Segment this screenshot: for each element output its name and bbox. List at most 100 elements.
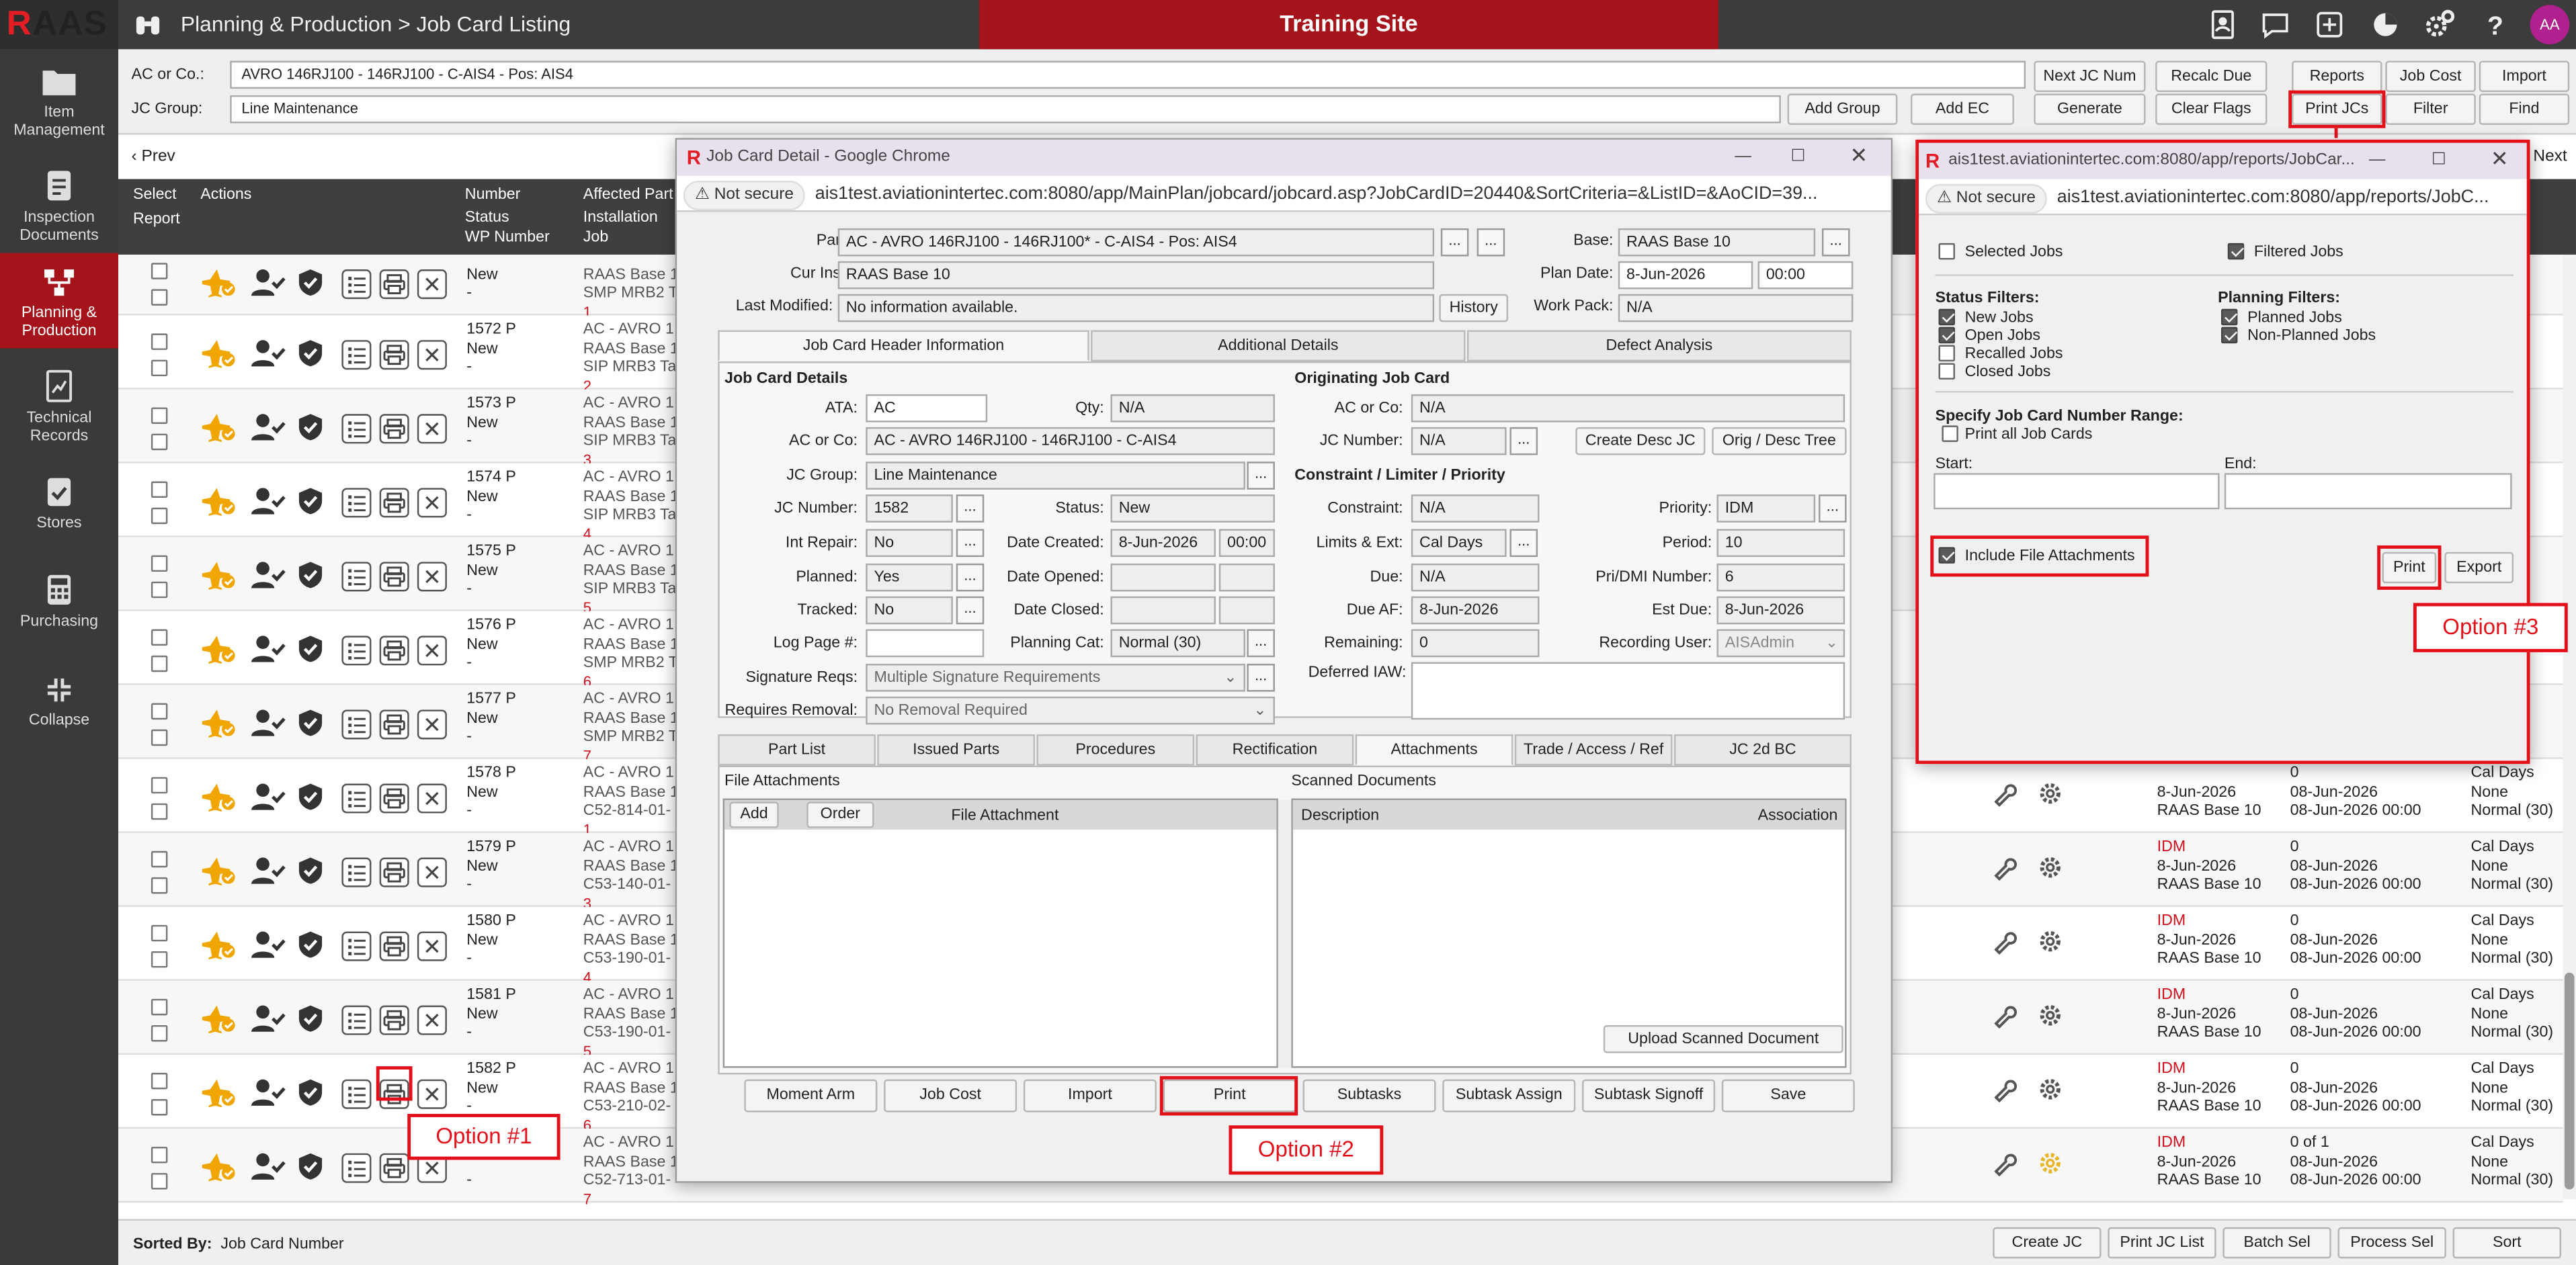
print-icon[interactable] [379, 857, 409, 887]
report-checkbox[interactable] [151, 1099, 168, 1116]
job-card-number[interactable]: 1579 P [466, 838, 516, 857]
print-icon[interactable] [379, 1005, 409, 1035]
print-icon[interactable] [379, 709, 409, 740]
planned-field[interactable]: Yes [866, 563, 953, 592]
airplane-check-icon[interactable] [202, 1004, 239, 1034]
add-box-icon[interactable] [2311, 7, 2348, 43]
tab-defect-analysis[interactable]: Defect Analysis [1466, 330, 1852, 362]
recalc-due-button[interactable]: Recalc Due [2155, 60, 2268, 92]
tab-rectification[interactable]: Rectification [1196, 734, 1354, 766]
est-due-field[interactable]: 8-Jun-2026 [1716, 596, 1845, 625]
delete-icon[interactable] [417, 636, 447, 666]
shield-check-icon[interactable] [297, 930, 323, 959]
start-input[interactable] [1934, 473, 2220, 510]
tab-trade-access-ref[interactable]: Trade / Access / Ref [1514, 734, 1673, 766]
wrench-icon[interactable] [1991, 781, 2018, 807]
user-check-icon[interactable] [250, 708, 286, 738]
sidebar-item-planning-production[interactable]: Planning & Production [0, 253, 119, 349]
due-af-field[interactable]: 8-Jun-2026 [1411, 596, 1540, 625]
report-checkbox[interactable] [151, 1024, 168, 1042]
airplane-check-icon[interactable] [202, 856, 239, 886]
log-page-field[interactable] [866, 629, 985, 658]
print-icon[interactable] [379, 783, 409, 814]
delete-icon[interactable] [417, 1005, 447, 1035]
col-wp-number[interactable]: WP Number [465, 228, 550, 247]
wrench-icon[interactable] [1991, 1002, 2018, 1029]
ac-select[interactable]: AVRO 146RJ100 - 146RJ100 - C-AIS4 - Pos:… [230, 60, 2026, 89]
user-check-icon[interactable] [250, 412, 286, 442]
print-icon[interactable] [379, 414, 409, 444]
job-card-number[interactable]: 1581 P [466, 986, 516, 1004]
close-icon[interactable]: ✕ [2491, 141, 2509, 177]
shield-check-icon[interactable] [297, 339, 323, 368]
orig-ac-or-co-field[interactable]: N/A [1411, 394, 1845, 423]
int-repair-field[interactable]: No [866, 529, 953, 558]
sidebar-item-technical-records[interactable]: Technical Records [0, 368, 118, 464]
select-checkbox[interactable] [151, 1146, 168, 1164]
pri-dmi-field[interactable]: 6 [1716, 563, 1845, 592]
print-icon[interactable] [379, 1153, 409, 1183]
list-icon[interactable] [341, 931, 372, 961]
part-field[interactable]: AC - AVRO 146RJ100 - 146RJ100* - C-AIS4 … [837, 228, 1435, 257]
delete-icon[interactable] [417, 340, 447, 370]
order-button[interactable]: Order [806, 801, 874, 828]
job-card-number[interactable]: 1574 P [466, 468, 516, 487]
orig-desc-tree-button[interactable]: Orig / Desc Tree [1712, 427, 1847, 455]
limits-ext-field[interactable]: Cal Days [1411, 529, 1507, 558]
planning-cat-lookup[interactable]: ... [1247, 629, 1275, 658]
shield-check-icon[interactable] [297, 1004, 323, 1033]
next-link[interactable]: Next [2533, 148, 2567, 166]
print-icon[interactable] [379, 488, 409, 518]
col-job[interactable]: Job [583, 228, 608, 247]
report-checkbox[interactable] [151, 803, 168, 820]
subtask-signoff-button[interactable]: Subtask Signoff [1582, 1079, 1716, 1113]
col-affected-part[interactable]: Affected Part [583, 185, 673, 204]
select-checkbox[interactable] [151, 1072, 168, 1090]
col-status[interactable]: Status [465, 209, 509, 227]
shield-check-icon[interactable] [297, 560, 323, 590]
list-icon[interactable] [341, 1079, 372, 1109]
delete-icon[interactable] [417, 783, 447, 814]
select-checkbox[interactable] [151, 924, 168, 942]
subtasks-button[interactable]: Subtasks [1302, 1079, 1436, 1113]
plan-time-field[interactable]: 00:00 [1757, 261, 1854, 290]
print-all-checkbox[interactable] [1942, 425, 1958, 442]
create-desc-jc-button[interactable]: Create Desc JC [1575, 427, 1706, 455]
help-icon[interactable]: ? [2477, 7, 2513, 43]
delete-icon[interactable] [417, 269, 447, 300]
sidebar-item-purchasing[interactable]: Purchasing [0, 572, 118, 654]
part-lookup-button[interactable]: ... [1440, 228, 1469, 257]
delete-icon[interactable] [417, 857, 447, 887]
batch-sel-button[interactable]: Batch Sel [2222, 1227, 2331, 1259]
moment-arm-button[interactable]: Moment Arm [744, 1079, 878, 1113]
delete-icon[interactable] [417, 414, 447, 444]
gear-icon[interactable] [2037, 1002, 2063, 1029]
jc-group-lookup[interactable]: ... [1247, 462, 1275, 490]
remaining-field[interactable]: 0 [1411, 629, 1540, 658]
print-icon[interactable] [379, 562, 409, 592]
report-checkbox[interactable] [151, 729, 168, 746]
select-checkbox[interactable] [151, 777, 168, 794]
signature-reqs-select[interactable]: Multiple Signature Requirements ⌄ [866, 663, 1245, 692]
select-checkbox[interactable] [151, 703, 168, 720]
print-icon[interactable] [379, 340, 409, 370]
airplane-check-icon[interactable] [202, 1078, 239, 1108]
list-icon[interactable] [341, 1005, 372, 1035]
reports-button[interactable]: Reports [2292, 60, 2382, 92]
period-field[interactable]: 10 [1716, 529, 1845, 558]
gear-icon[interactable] [2037, 928, 2063, 955]
job-card-number[interactable]: 1573 P [466, 394, 516, 413]
sidebar-item-item-management[interactable]: Item Management [0, 66, 118, 161]
col-installation[interactable]: Installation [583, 209, 658, 227]
col-report[interactable]: Report [133, 210, 180, 228]
job-cost-button[interactable]: Job Cost [2385, 60, 2476, 92]
open-jobs-checkbox[interactable] [1938, 326, 1955, 344]
airplane-check-icon[interactable] [202, 486, 239, 516]
delete-icon[interactable] [417, 488, 447, 518]
constraint-field[interactable]: N/A [1411, 494, 1540, 523]
list-icon[interactable] [341, 709, 372, 740]
airplane-check-icon[interactable] [202, 560, 239, 590]
add-group-button[interactable]: Add Group [1787, 93, 1898, 125]
find-button[interactable]: Find [2479, 93, 2570, 125]
attachments-scrollbar[interactable] [1278, 799, 1292, 1068]
